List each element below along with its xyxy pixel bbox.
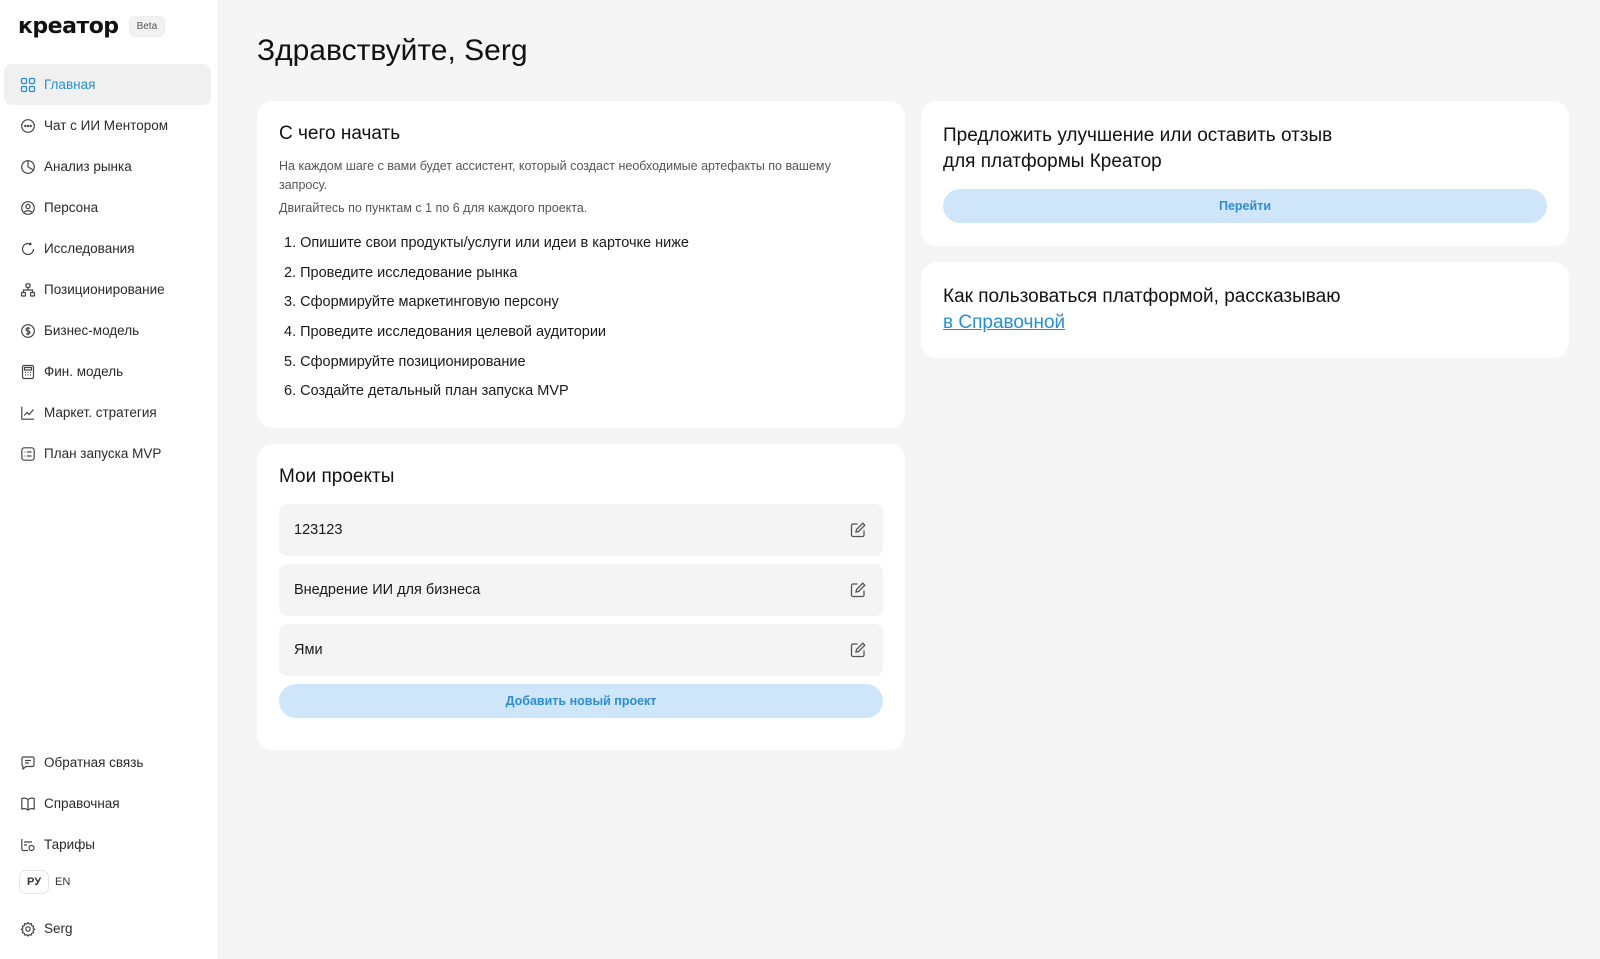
- calculator-icon: [20, 364, 36, 380]
- project-name: 123123: [294, 522, 343, 538]
- user-menu: Serg: [4, 908, 211, 949]
- message-icon: [20, 755, 36, 771]
- lang-ru-button[interactable]: РУ: [20, 871, 49, 893]
- dollar-icon: [20, 323, 36, 339]
- sidebar-item-label: Чат с ИИ Ментором: [44, 118, 168, 133]
- logo-row: креатор Beta: [18, 14, 166, 39]
- sidebar-item-fin-model[interactable]: Фин. модель: [4, 351, 211, 392]
- sidebar-item-label: Обратная связь: [44, 755, 144, 770]
- edit-icon[interactable]: [849, 521, 867, 539]
- sidebar-item-label: Персона: [44, 200, 99, 215]
- feedback-card: Предложить улучшение или оставить отзыв …: [921, 101, 1569, 246]
- add-project-button[interactable]: Добавить новый проект: [279, 684, 883, 718]
- trend-icon: [20, 405, 36, 421]
- step-item: 6. Создайте детальный план запуска MVP: [284, 383, 569, 400]
- feedback-go-button[interactable]: Перейти: [943, 189, 1547, 223]
- sidebar-item-label: Исследования: [44, 241, 135, 256]
- pie-chart-icon: [20, 159, 36, 175]
- feedback-title-line1: Предложить улучшение или оставить отзыв: [943, 125, 1333, 146]
- person-icon: [20, 200, 36, 216]
- sidebar-item-research[interactable]: Исследования: [4, 228, 211, 269]
- checklist-icon: [20, 446, 36, 462]
- gear-icon: [20, 921, 36, 937]
- sidebar-item-label: Справочная: [44, 796, 120, 811]
- sidebar-item-chat[interactable]: Чат с ИИ Ментором: [4, 105, 211, 146]
- project-name: Внедрение ИИ для бизнеса: [294, 582, 481, 598]
- sidebar: креатор Beta Главная Чат с ИИ Ментором А…: [0, 0, 219, 959]
- project-item[interactable]: Внедрение ИИ для бизнеса: [279, 564, 883, 616]
- getting-started-title: С чего начать: [279, 123, 401, 144]
- edit-icon[interactable]: [849, 641, 867, 659]
- sidebar-item-label: Позиционирование: [44, 282, 165, 297]
- step-item: 3. Сформируйте маркетинговую персону: [284, 294, 559, 311]
- edit-icon[interactable]: [849, 581, 867, 599]
- sidebar-item-home[interactable]: Главная: [4, 64, 211, 105]
- help-link[interactable]: в Справочной: [943, 312, 1065, 333]
- logo[interactable]: креатор: [18, 14, 119, 39]
- sidebar-item-business-model[interactable]: Бизнес-модель: [4, 310, 211, 351]
- refresh-icon: [20, 241, 36, 257]
- sidebar-item-market[interactable]: Анализ рынка: [4, 146, 211, 187]
- step-item: 4. Проведите исследования целевой аудито…: [284, 324, 607, 341]
- sidebar-item-positioning[interactable]: Позиционирование: [4, 269, 211, 310]
- sidebar-nav: Главная Чат с ИИ Ментором Анализ рынка П…: [4, 64, 211, 474]
- help-text-line: Как пользоваться платформой, рассказываю: [943, 286, 1341, 307]
- help-text: Как пользоваться платформой, рассказываю…: [943, 284, 1547, 336]
- sidebar-item-label: Тарифы: [44, 837, 96, 852]
- page-title: Здравствуйте, Serg: [257, 34, 528, 67]
- tariff-icon: [20, 837, 36, 853]
- grid-icon: [20, 77, 36, 93]
- chat-icon: [20, 118, 36, 134]
- my-projects-title: Мои проекты: [279, 466, 395, 487]
- my-projects-card: Мои проекты 123123 Внедрение ИИ для бизн…: [257, 444, 905, 750]
- sidebar-item-label: Фин. модель: [44, 364, 124, 379]
- project-name: Ями: [294, 642, 323, 658]
- sidebar-item-mvp-plan[interactable]: План запуска MVP: [4, 433, 211, 474]
- feedback-title-line2: для платформы Креатор: [943, 151, 1162, 172]
- project-item[interactable]: Ями: [279, 624, 883, 676]
- lang-en-button[interactable]: EN: [48, 871, 77, 893]
- step-item: 5. Сформируйте позиционирование: [284, 353, 526, 370]
- step-item: 2. Проведите исследование рынка: [284, 264, 518, 281]
- getting-started-hint: Двигайтесь по пунктам с 1 по 6 для каждо…: [279, 201, 588, 215]
- sidebar-item-label: Бизнес-модель: [44, 323, 140, 338]
- project-list: 123123 Внедрение ИИ для бизнеса Ями: [279, 504, 883, 676]
- sidebar-item-label: Главная: [44, 77, 96, 92]
- book-icon: [20, 796, 36, 812]
- sidebar-item-help[interactable]: Справочная: [4, 783, 211, 824]
- sidebar-item-tariffs[interactable]: Тарифы: [4, 824, 211, 865]
- getting-started-card: С чего начать На каждом шаге с вами буде…: [257, 101, 905, 428]
- sidebar-bottom-nav: Обратная связь Справочная Тарифы: [4, 742, 211, 865]
- steps-list: 1. Опишите свои продукты/услуги или идеи…: [279, 229, 883, 407]
- user-settings[interactable]: Serg: [4, 908, 211, 949]
- project-item[interactable]: 123123: [279, 504, 883, 556]
- beta-badge: Beta: [128, 16, 166, 37]
- feedback-title: Предложить улучшение или оставить отзыв …: [943, 123, 1547, 175]
- hierarchy-icon: [20, 282, 36, 298]
- getting-started-description: На каждом шаге с вами будет ассистент, к…: [279, 159, 831, 192]
- step-item: 1. Опишите свои продукты/услуги или идеи…: [284, 235, 689, 251]
- sidebar-item-feedback[interactable]: Обратная связь: [4, 742, 211, 783]
- user-name: Serg: [44, 921, 73, 936]
- language-switcher: РУ EN: [20, 871, 77, 893]
- sidebar-item-label: Маркет. стратегия: [44, 405, 157, 420]
- help-card: Как пользоваться платформой, рассказываю…: [921, 262, 1569, 358]
- sidebar-item-label: Анализ рынка: [44, 159, 132, 174]
- sidebar-item-label: План запуска MVP: [44, 446, 162, 461]
- sidebar-item-persona[interactable]: Персона: [4, 187, 211, 228]
- sidebar-item-market-strategy[interactable]: Маркет. стратегия: [4, 392, 211, 433]
